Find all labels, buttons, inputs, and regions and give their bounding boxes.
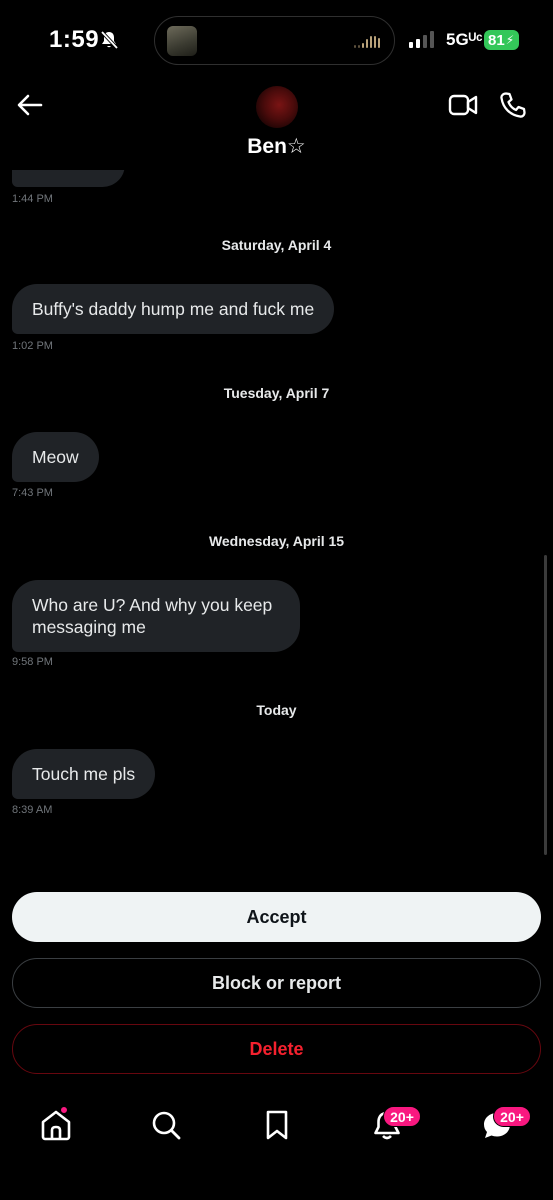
date-separator: Wednesday, April 15	[208, 533, 345, 549]
date-separator: Today	[256, 702, 297, 718]
now-playing-artwork	[167, 26, 197, 56]
bookmark-icon[interactable]	[260, 1108, 294, 1142]
back-arrow-icon[interactable]	[15, 90, 45, 120]
status-time: 1:59	[49, 26, 100, 53]
messages-badge: 20+	[493, 1106, 531, 1127]
bottom-nav: 20+ 20+	[0, 1090, 553, 1200]
date-separator: Saturday, April 4	[221, 237, 332, 253]
cellular-signal-icon	[409, 30, 434, 48]
message-bubble[interactable]: Meow	[12, 432, 99, 482]
home-icon[interactable]	[39, 1108, 73, 1142]
audio-waveform-icon	[354, 34, 380, 48]
status-bar: 1:59 5Gᵁᶜ 81 ⚡	[0, 0, 553, 80]
message-bubble[interactable]: Buffy's daddy hump me and fuck me	[12, 284, 335, 334]
network-type: 5Gᵁᶜ	[446, 30, 483, 49]
message-timestamp: 1:02 PM	[12, 340, 53, 352]
date-separator: Tuesday, April 7	[223, 385, 330, 401]
video-call-icon[interactable]	[448, 92, 478, 118]
message-timestamp: 7:43 PM	[12, 487, 53, 499]
battery-level: 81	[488, 31, 505, 49]
message-bubble[interactable]: Who are U? And why you keep messaging me	[12, 580, 300, 652]
block-or-report-button[interactable]: Block or report	[12, 958, 541, 1008]
message-bubble[interactable]: Touch me pls	[12, 749, 156, 799]
charging-bolt-icon: ⚡	[505, 33, 515, 47]
accept-button[interactable]: Accept	[12, 892, 541, 942]
message-timestamp: 9:58 PM	[12, 656, 53, 668]
bell-off-icon	[100, 30, 119, 50]
conversation-header: Ben☆	[0, 80, 553, 170]
home-notification-dot	[60, 1106, 68, 1114]
avatar[interactable]	[256, 86, 298, 128]
search-icon[interactable]	[149, 1108, 183, 1142]
message-timestamp: 8:39 AM	[12, 804, 53, 816]
delete-button[interactable]: Delete	[12, 1024, 541, 1074]
scrollbar-thumb[interactable]	[544, 555, 547, 855]
battery-indicator: 81 ⚡	[484, 30, 519, 50]
message-list[interactable]: 1:44 PM Saturday, April 4 Buffy's daddy …	[0, 160, 553, 880]
phone-call-icon[interactable]	[499, 91, 527, 119]
notifications-badge: 20+	[383, 1106, 421, 1127]
message-timestamp: 1:44 PM	[12, 193, 53, 205]
contact-name[interactable]: Ben☆	[0, 134, 553, 159]
dynamic-island[interactable]	[154, 16, 395, 65]
